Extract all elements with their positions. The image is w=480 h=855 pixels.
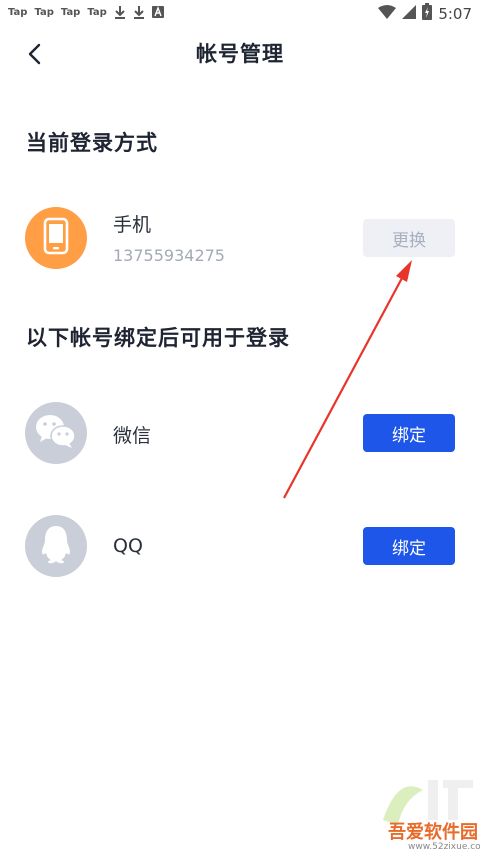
tap-notification-icon: Tap: [60, 6, 81, 18]
change-phone-button[interactable]: 更换: [363, 219, 455, 257]
phone-avatar: [25, 207, 87, 269]
download-icon: [133, 5, 145, 19]
phone-number: 13755934275: [113, 246, 225, 265]
phone-method-label: 手机: [113, 214, 152, 236]
current-login-section-title: 当前登录方式: [26, 131, 158, 155]
wifi-icon: [378, 4, 397, 23]
bindable-section-title: 以下帐号绑定后可用于登录: [26, 326, 290, 350]
watermark-url: www.52zixue.com: [408, 842, 480, 852]
download-icon: [114, 5, 126, 19]
app-header: 帐号管理: [0, 26, 480, 82]
notification-icons: Tap Tap Tap Tap: [8, 5, 164, 19]
page-title: 帐号管理: [196, 42, 284, 66]
clock: 5:07: [438, 4, 472, 23]
battery-charging-icon: [422, 3, 433, 24]
bind-wechat-button[interactable]: 绑定: [363, 414, 455, 452]
phone-icon: [43, 217, 69, 259]
qq-label: QQ: [113, 535, 143, 557]
tap-notification-icon: Tap: [87, 6, 107, 18]
app-notification-icon: [151, 6, 164, 18]
qq-avatar: [25, 515, 87, 577]
wechat-icon: [34, 412, 78, 454]
watermark-brand: 吾爱软件园: [388, 822, 478, 843]
tap-notification-icon: Tap: [8, 6, 28, 18]
status-bar: Tap Tap Tap Tap 5:07: [0, 0, 480, 26]
signal-icon: [402, 4, 417, 23]
wechat-label: 微信: [113, 425, 152, 447]
bind-qq-button[interactable]: 绑定: [363, 527, 455, 565]
wechat-avatar: [25, 402, 87, 464]
tap-notification-icon: Tap: [34, 6, 54, 18]
qq-icon: [39, 524, 73, 568]
